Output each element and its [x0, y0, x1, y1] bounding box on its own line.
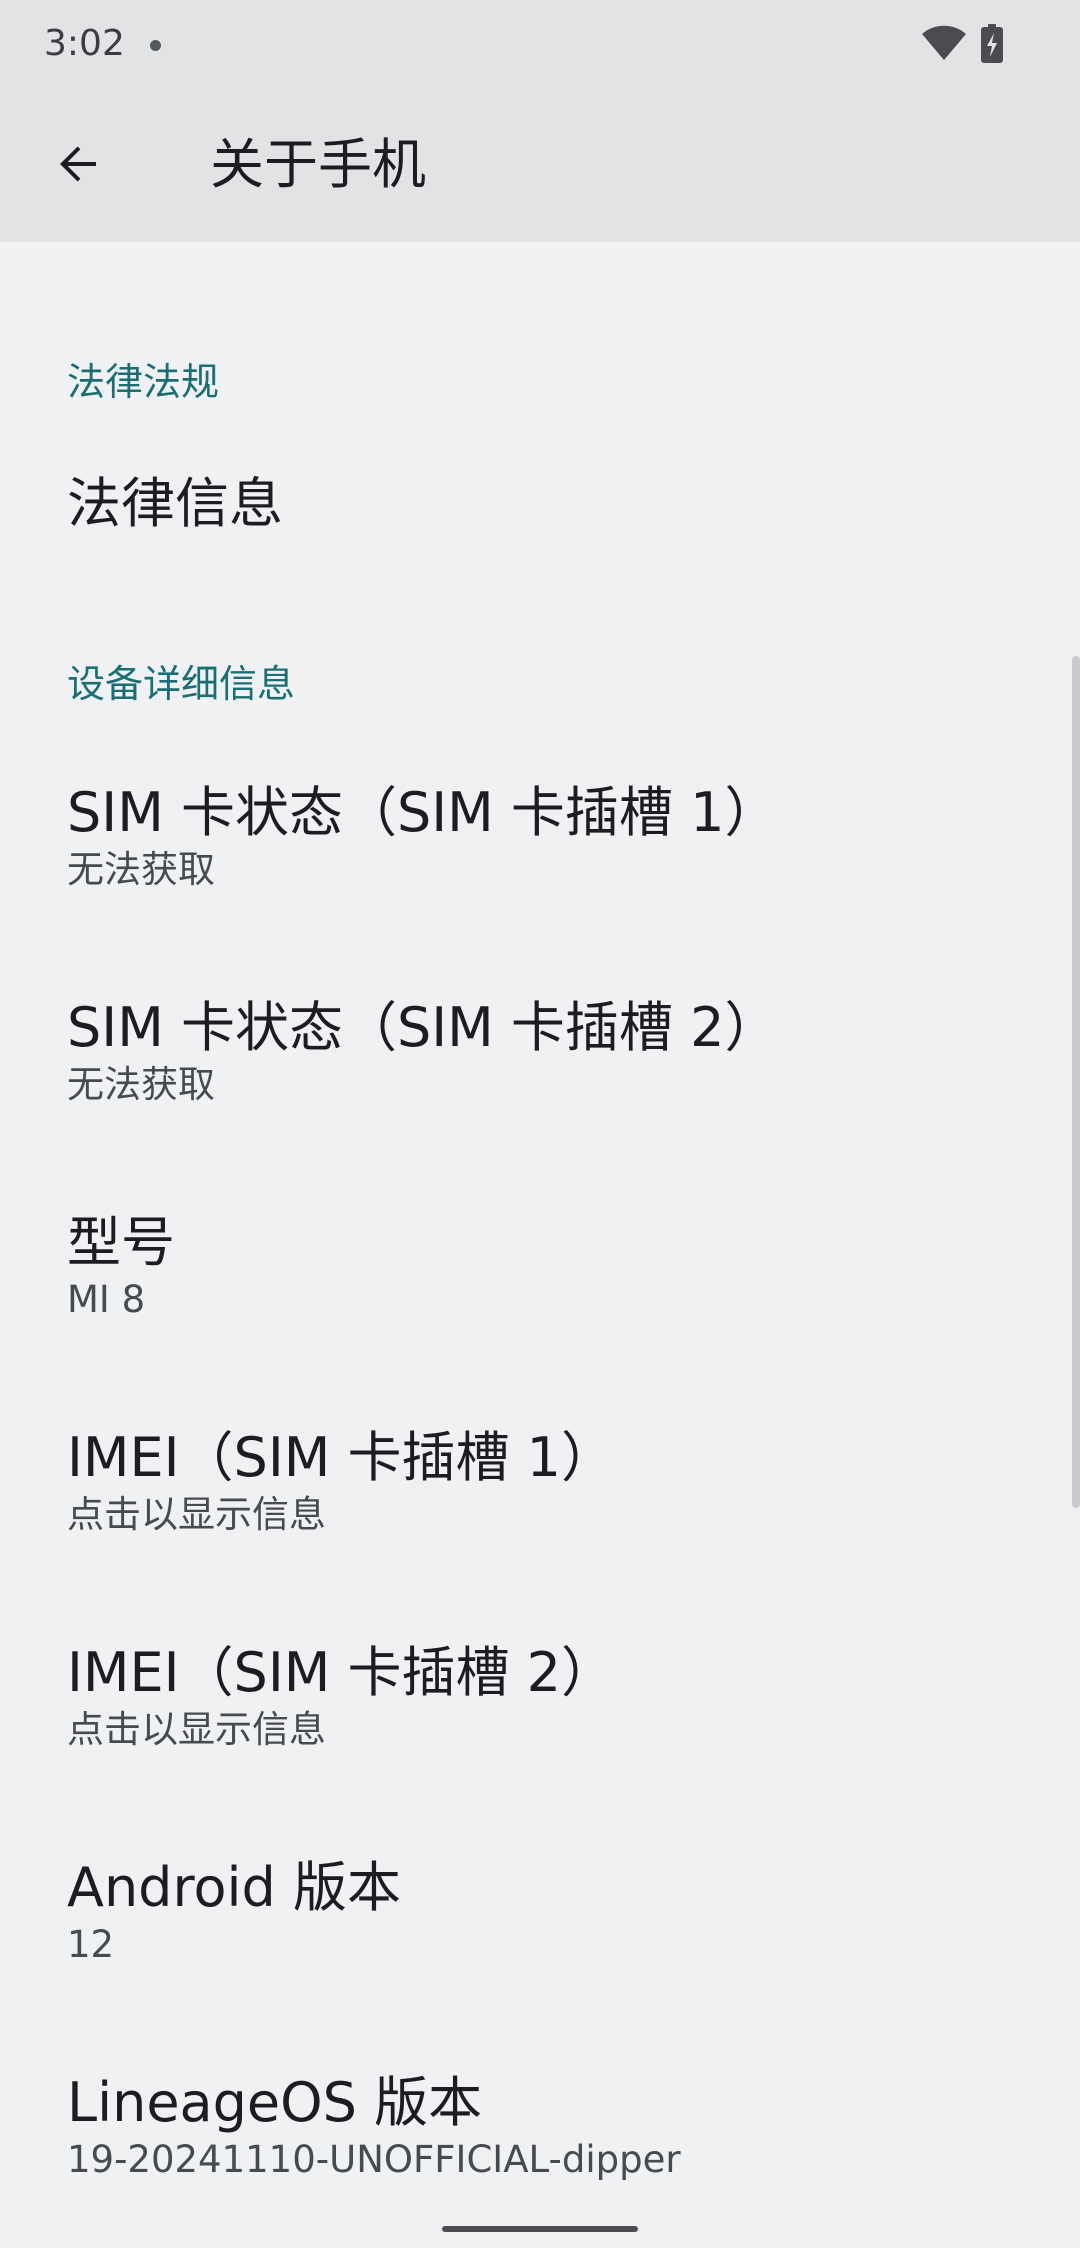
notification-dot-icon: [150, 40, 161, 51]
back-button[interactable]: [36, 122, 120, 206]
pref-summary: 19-20241110-UNOFFICIAL-dipper: [67, 2138, 681, 2181]
pref-lineageos-version[interactable]: LineageOS 版本 19-20241110-UNOFFICIAL-dipp…: [0, 2042, 1080, 2242]
pref-summary: MI 8: [67, 1278, 146, 1321]
arrow-back-icon: [60, 146, 96, 182]
pref-legal-info[interactable]: 法律信息: [0, 442, 1080, 582]
settings-list[interactable]: 法律法规 法律信息 设备详细信息 SIM 卡状态（SIM 卡插槽 1） 无法获取…: [0, 242, 1080, 2248]
pref-summary: 无法获取: [67, 1063, 215, 1106]
status-bar: 3:02: [0, 0, 1080, 90]
pref-title: SIM 卡状态（SIM 卡插槽 2）: [67, 996, 779, 1059]
page-title: 关于手机: [210, 133, 426, 196]
pref-imei-slot-1[interactable]: IMEI（SIM 卡插槽 1） 点击以显示信息: [0, 1397, 1080, 1612]
pref-summary: 点击以显示信息: [67, 1493, 326, 1536]
pref-summary: 点击以显示信息: [67, 1708, 326, 1751]
pref-imei-slot-2[interactable]: IMEI（SIM 卡插槽 2） 点击以显示信息: [0, 1612, 1080, 1827]
pref-model[interactable]: 型号 MI 8: [0, 1182, 1080, 1397]
pref-title: IMEI（SIM 卡插槽 2）: [67, 1641, 616, 1704]
battery-charging-icon: [981, 24, 1003, 63]
pref-title: SIM 卡状态（SIM 卡插槽 1）: [67, 781, 779, 844]
gesture-nav-handle[interactable]: [442, 2226, 638, 2232]
pref-title: 型号: [67, 1211, 175, 1274]
pref-android-version[interactable]: Android 版本 12: [0, 1827, 1080, 2042]
status-time: 3:02: [44, 23, 125, 64]
pref-sim-status-slot-1[interactable]: SIM 卡状态（SIM 卡插槽 1） 无法获取: [0, 752, 1080, 967]
app-bar: 关于手机: [0, 90, 1080, 242]
pref-summary: 无法获取: [67, 848, 215, 891]
pref-title: IMEI（SIM 卡插槽 1）: [67, 1426, 616, 1489]
pref-title: LineageOS 版本: [67, 2071, 483, 2134]
section-header-legal: 法律法规: [67, 360, 220, 404]
pref-sim-status-slot-2[interactable]: SIM 卡状态（SIM 卡插槽 2） 无法获取: [0, 967, 1080, 1182]
scrollbar[interactable]: [1072, 656, 1080, 1508]
pref-title: Android 版本: [67, 1856, 401, 1919]
pref-title: 法律信息: [67, 472, 283, 535]
section-header-device-details: 设备详细信息: [67, 662, 296, 706]
pref-summary: 12: [67, 1923, 115, 1966]
wifi-icon: [922, 25, 966, 60]
